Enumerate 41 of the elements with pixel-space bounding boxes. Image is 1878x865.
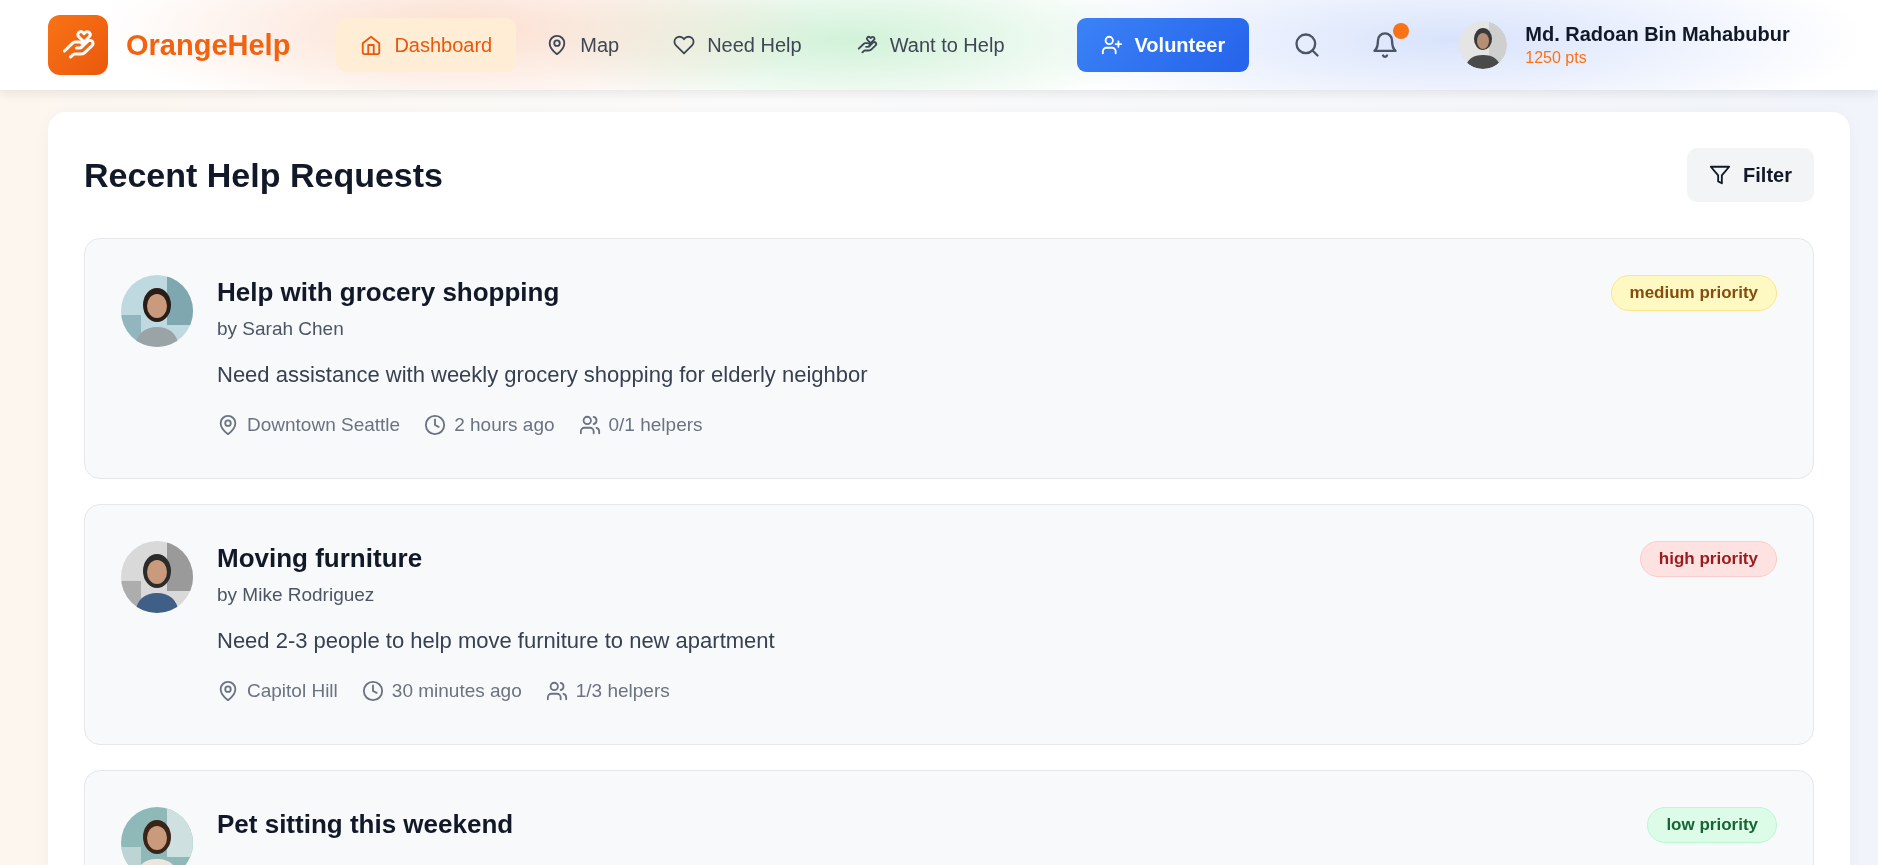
- location-pin-icon: [217, 680, 239, 702]
- request-author: by Mike Rodriguez: [217, 584, 376, 606]
- nav-tab[interactable]: Need Help: [649, 18, 826, 72]
- request-description: Need 2-3 people to help move furniture to new apartment: [217, 628, 776, 654]
- request-title: Help with grocery shopping: [217, 277, 561, 308]
- search-icon: [1293, 31, 1322, 59]
- people-icon: [578, 414, 601, 436]
- request-card[interactable]: Help with grocery shopping by Sarah Chen Need assistance with weekly grocery shopping for elderly neighbor Downtown Seattle 2 hours ago 0/1 helpers medium priority: [84, 238, 1814, 479]
- filter-icon: [1709, 164, 1732, 186]
- location-pin-icon: [217, 414, 239, 436]
- user-points: 1250 pts: [1525, 49, 1588, 67]
- user-plus-icon: [1100, 34, 1123, 56]
- request-location: Downtown Seattle: [247, 414, 401, 436]
- nav-tab[interactable]: Want to Help: [831, 18, 1029, 72]
- request-time: 2 hours ago: [454, 414, 555, 436]
- heart-icon: [673, 34, 696, 56]
- hand-heart-icon: [855, 34, 878, 56]
- filter-button[interactable]: Filter: [1687, 148, 1814, 202]
- clock-icon: [361, 680, 384, 702]
- request-card[interactable]: Pet sitting this weekend low priority: [84, 770, 1814, 865]
- logo-icon: [48, 15, 108, 75]
- section-title: Recent Help Requests: [84, 155, 443, 195]
- clock-icon: [424, 414, 447, 436]
- request-description: Need assistance with weekly grocery shopping for elderly neighbor: [217, 362, 869, 388]
- people-icon: [545, 680, 568, 702]
- request-location: Capitol Hill: [247, 680, 338, 702]
- request-helpers: 1/3 helpers: [575, 680, 670, 702]
- request-title: Moving furniture: [217, 543, 424, 574]
- user-name: Md. Radoan Bin Mahabubur: [1525, 23, 1790, 46]
- priority-badge: medium priority: [1610, 275, 1777, 311]
- home-icon: [360, 34, 383, 56]
- priority-badge: high priority: [1639, 541, 1777, 577]
- priority-badge: low priority: [1647, 807, 1777, 843]
- bell-icon: [1371, 31, 1400, 59]
- request-time: 30 minutes ago: [391, 680, 522, 702]
- request-author: by Sarah Chen: [217, 318, 345, 340]
- nav-tab[interactable]: Map: [522, 18, 644, 72]
- request-helpers: 0/1 helpers: [608, 414, 703, 436]
- request-card[interactable]: Moving furniture by Mike Rodriguez Need 2-3 people to help move furniture to new apartment Capitol Hill 30 minutes ago 1/3 helpers high priority: [84, 504, 1814, 745]
- request-title: Pet sitting this weekend: [217, 809, 515, 840]
- volunteer-button[interactable]: Volunteer: [1076, 18, 1250, 72]
